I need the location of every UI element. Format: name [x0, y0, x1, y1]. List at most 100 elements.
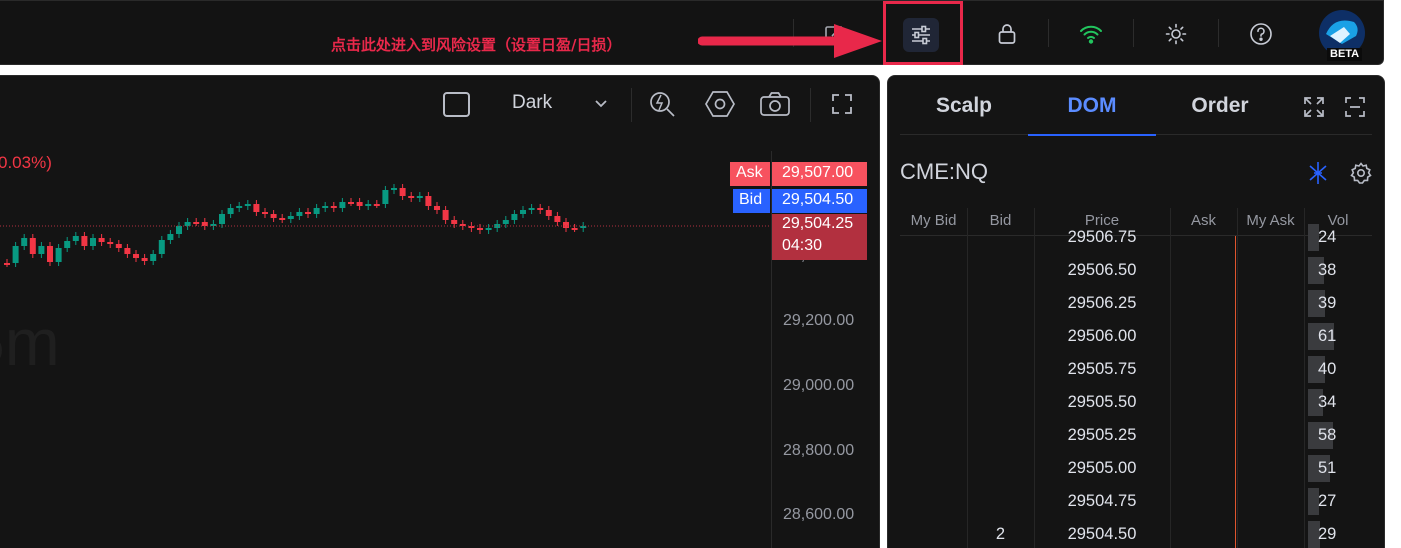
tab-order[interactable]: Order [1156, 94, 1284, 118]
candlestick-plot[interactable] [0, 76, 770, 548]
candle-body [64, 241, 71, 248]
candle-body [425, 196, 432, 206]
candle-body [416, 196, 423, 198]
price-level[interactable]: 29505.75 [1034, 360, 1170, 379]
tab-dom[interactable]: DOM [1028, 94, 1156, 118]
ask-price: 29,507.00 [782, 164, 854, 181]
candle-body [184, 222, 191, 226]
price-level[interactable]: 29504.50 [1034, 525, 1170, 544]
price-level[interactable]: 29506.75 [1034, 228, 1170, 247]
asterisk-center-icon[interactable] [1306, 160, 1330, 186]
ask-price-tag: 29,507.00 [772, 162, 867, 186]
candle-body [322, 206, 329, 208]
candle-body [219, 214, 225, 224]
candle-body [227, 208, 234, 214]
candle-body [133, 254, 139, 258]
price-level[interactable]: 29504.75 [1034, 492, 1170, 511]
candle-body [279, 218, 286, 220]
price-level[interactable]: 29505.50 [1034, 393, 1170, 412]
bid-price: 29,504.50 [782, 191, 854, 208]
bar-countdown: 04:30 [782, 237, 823, 254]
table-row[interactable]: 29505.25 58 [900, 419, 1372, 452]
candle-body [571, 228, 578, 230]
lock-icon[interactable] [991, 19, 1023, 49]
arrow-icon [698, 24, 882, 58]
last-price-tag: 29,504.25 04:30 [772, 214, 867, 260]
price-axis-label: 28,600.00 [783, 506, 855, 523]
avatar[interactable]: BETA [1314, 10, 1370, 61]
candle-body [72, 236, 79, 241]
volume-value: 24 [1318, 228, 1337, 246]
candle-body [511, 214, 518, 220]
candle-body [391, 188, 397, 190]
candle-body [55, 248, 62, 262]
top-toolbar: BETA [0, 0, 1384, 65]
price-level[interactable]: 29506.00 [1034, 327, 1170, 346]
price-axis-label: 29,200.00 [783, 312, 855, 329]
table-row[interactable]: 29506.50 38 [900, 254, 1372, 287]
table-row[interactable]: 29505.00 51 [900, 452, 1372, 485]
gear-icon[interactable] [1348, 160, 1374, 186]
candle-body [365, 204, 372, 206]
candle-body [141, 258, 148, 261]
candle-body [442, 210, 449, 220]
candle-body [107, 242, 114, 244]
expand-icon[interactable] [1298, 93, 1330, 121]
table-row[interactable]: 29505.50 34 [900, 386, 1372, 419]
price-level[interactable]: 29506.25 [1034, 294, 1170, 313]
price-axis[interactable]: 29,400.0029,200.0029,000.0028,800.0028,6… [772, 76, 879, 548]
candle-body [382, 190, 389, 204]
toolbar-divider [1048, 19, 1049, 47]
ladder-rows: 29506.75 24 29506.50 38 29506.25 39 29506.00 61… [900, 208, 1372, 548]
candle-body [98, 238, 105, 242]
price-axis-label: 28,800.00 [783, 442, 855, 459]
table-row[interactable]: 29504.75 27 [900, 485, 1372, 518]
last-price: 29,504.25 [782, 215, 854, 232]
chart-area[interactable]: Dark 0.03%) 5m 29,400.0029,200.0029,000.… [0, 75, 880, 548]
tab-scalp[interactable]: Scalp [900, 94, 1028, 118]
volume-value: 34 [1318, 393, 1337, 411]
candle-body [262, 212, 268, 214]
price-level[interactable]: 29505.25 [1034, 426, 1170, 445]
table-row[interactable]: 29506.00 61 [900, 320, 1372, 353]
table-row[interactable]: 29506.75 24 [900, 221, 1372, 254]
volume-value: 58 [1318, 426, 1337, 444]
symbol-label[interactable]: CME:NQ [900, 159, 988, 185]
candle-body [477, 228, 483, 230]
candle-body [451, 220, 458, 224]
table-row[interactable]: 29506.25 39 [900, 287, 1372, 320]
price-axis-label: 29,000.00 [783, 377, 855, 394]
candle-body [244, 204, 251, 206]
table-row[interactable]: 29505.75 40 [900, 353, 1372, 386]
bid-price-tag: 29,504.50 [772, 189, 867, 213]
dom-ladder[interactable]: My Bid Bid Price Ask My Ask Vol 29506.75… [900, 208, 1372, 548]
candle-body [485, 228, 492, 230]
candle-body [12, 246, 19, 263]
split-view-icon[interactable] [1339, 93, 1371, 121]
candle-body [434, 206, 440, 210]
price-level[interactable]: 29505.00 [1034, 459, 1170, 478]
price-level[interactable]: 29506.50 [1034, 261, 1170, 280]
bid-size[interactable]: 2 [967, 525, 1034, 544]
highlight-box [883, 1, 963, 65]
candle-body [38, 246, 45, 254]
brightness-icon[interactable] [1160, 19, 1192, 49]
candle-body [330, 206, 337, 208]
candle-body [124, 248, 131, 254]
candle-body [520, 210, 526, 214]
candle-body [158, 240, 165, 254]
volume-value: 39 [1318, 294, 1337, 312]
candle-body [29, 238, 36, 254]
ask-tag: Ask [730, 162, 770, 186]
candle-body [47, 246, 53, 262]
table-row[interactable]: 2 29504.50 29 [900, 518, 1372, 548]
candle-body [305, 212, 311, 214]
help-icon[interactable] [1245, 19, 1277, 49]
candle-body [193, 222, 200, 224]
volume-value: 51 [1318, 459, 1337, 477]
volume-value: 29 [1318, 525, 1337, 543]
volume-value: 38 [1318, 261, 1337, 279]
wifi-icon[interactable] [1075, 19, 1107, 49]
candle-body [296, 212, 303, 216]
bid-tag-label: Bid [739, 191, 763, 208]
